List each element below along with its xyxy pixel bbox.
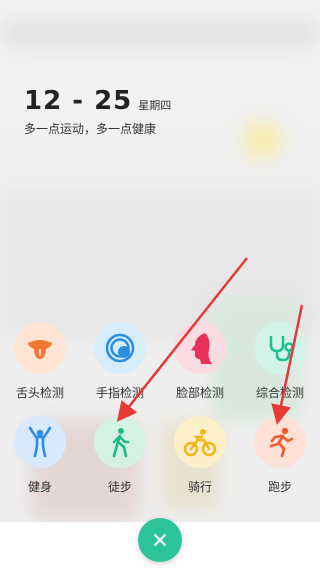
action-comprehensive-detect[interactable]: 综合检测 <box>240 322 320 401</box>
stethoscope-icon <box>254 322 306 374</box>
walking-icon <box>94 416 146 468</box>
weekday-text: 星期四 <box>138 99 172 112</box>
action-running[interactable]: 跑步 <box>240 416 320 495</box>
running-icon <box>254 416 306 468</box>
action-label: 跑步 <box>267 480 292 494</box>
action-label: 综合检测 <box>255 386 304 400</box>
action-tongue-detect[interactable]: 舌头检测 <box>0 322 80 401</box>
date-header: 12 - 25 星期四 <box>24 86 171 116</box>
close-icon <box>154 534 166 546</box>
cycling-icon <box>174 416 226 468</box>
action-walking[interactable]: 徒步 <box>80 416 160 495</box>
action-label: 手指检测 <box>95 386 144 400</box>
action-label: 徒步 <box>107 480 132 494</box>
action-finger-detect[interactable]: 手指检测 <box>80 322 160 401</box>
action-face-detect[interactable]: 脸部检测 <box>160 322 240 401</box>
action-cycling[interactable]: 骑行 <box>160 416 240 495</box>
tongue-icon <box>14 322 66 374</box>
action-label: 舌头检测 <box>15 386 64 400</box>
fingerprint-icon <box>94 322 146 374</box>
face-profile-icon <box>174 322 226 374</box>
slogan-text: 多一点运动，多一点健康 <box>24 122 157 136</box>
action-label: 健身 <box>27 480 52 494</box>
close-button[interactable] <box>138 518 182 562</box>
action-label: 骑行 <box>187 480 212 494</box>
action-label: 脸部检测 <box>175 386 224 400</box>
fitness-icon <box>14 416 66 468</box>
date-text: 12 - 25 <box>24 86 133 116</box>
action-fitness[interactable]: 健身 <box>0 416 80 495</box>
